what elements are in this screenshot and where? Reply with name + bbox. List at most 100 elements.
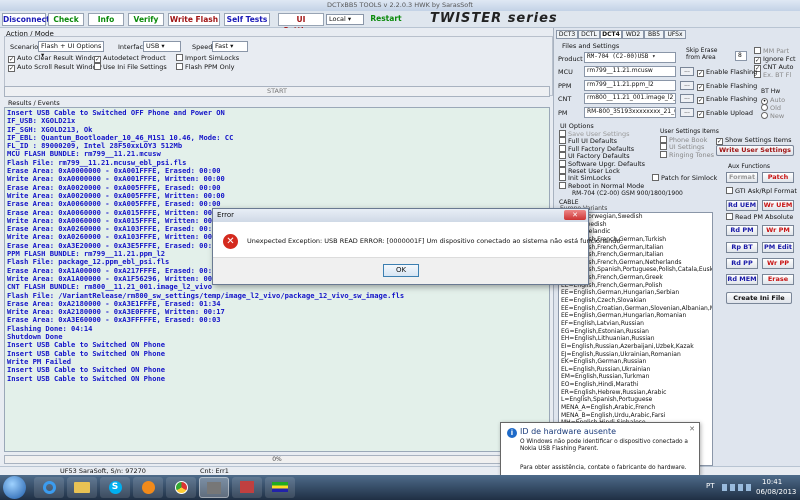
chrome-icon[interactable]: [166, 477, 196, 498]
mode-select[interactable]: Local ▾: [326, 14, 364, 25]
browse-button[interactable]: ...: [680, 81, 694, 90]
ok-button[interactable]: OK: [383, 264, 419, 277]
start-button[interactable]: START: [4, 86, 550, 97]
enable-checkbox[interactable]: ✓ Enable Flashing: [697, 68, 757, 77]
tab-dctl[interactable]: DCTL: [578, 30, 600, 39]
aux-button[interactable]: Rd PM: [726, 225, 758, 236]
autodetect-checkbox[interactable]: ✓ Autodetect Product: [94, 54, 166, 63]
write-flash-button[interactable]: Write Flash: [168, 13, 220, 26]
aux-button[interactable]: Wr PP: [762, 258, 794, 269]
app-icon[interactable]: [199, 477, 229, 498]
media-icon[interactable]: [133, 477, 163, 498]
restart-button[interactable]: Restart: [368, 13, 404, 26]
language-item[interactable]: EG=English,Estonian,Russian: [561, 328, 712, 336]
auto-scroll-checkbox[interactable]: ✓ Auto Scroll Result Window: [8, 63, 102, 72]
interface-select[interactable]: USB ▾: [143, 41, 181, 52]
language-item[interactable]: EO=English,Hindi,Marathi: [561, 381, 712, 389]
balloon-close-icon[interactable]: ✕: [689, 425, 695, 433]
flag-icon[interactable]: [265, 477, 295, 498]
import-simlocks-checkbox[interactable]: Import SimLocks: [176, 54, 239, 62]
file-path-input[interactable]: rm800__11.21_001.image_l2_vivo: [584, 93, 676, 104]
language-item[interactable]: EK=English,German,Russian: [561, 358, 712, 366]
language-item[interactable]: EE=English,Croatian,German,Slovenian,Alb…: [561, 305, 712, 313]
gti-format-checkbox[interactable]: GTI Ask/Rpl Format: [726, 187, 797, 195]
notification-balloon[interactable]: i ID de hardware ausente ✕ O Windows não…: [500, 422, 700, 476]
aux-button[interactable]: Rd PP: [726, 258, 758, 269]
clock-time[interactable]: 10:41: [762, 478, 782, 486]
explorer-icon[interactable]: [67, 477, 97, 498]
language-item[interactable]: EM=English,Russian,Turkman: [561, 373, 712, 381]
format-button[interactable]: Format: [726, 172, 758, 183]
scenario-select[interactable]: Flash + UI Options ▾: [38, 41, 104, 59]
mm-option-checkbox[interactable]: MM Part: [754, 47, 789, 55]
auto-clear-checkbox[interactable]: ✓ Auto Clear Result Window: [8, 54, 101, 63]
tab-wd2[interactable]: WD2: [622, 30, 644, 39]
product-select[interactable]: RM-704 (C2-00)USB ▾: [584, 52, 676, 63]
patch-button[interactable]: Patch: [762, 172, 794, 183]
language-item[interactable]: EJ=English,Russian,Ukrainian,Romanian: [561, 351, 712, 359]
tab-dct3[interactable]: DCT3: [556, 30, 578, 39]
enable-checkbox[interactable]: ✓ Enable Upload: [697, 109, 753, 118]
checkbox-box: ✓: [8, 56, 15, 63]
language-item[interactable]: MENA_A=English,Arabic,French: [561, 404, 712, 412]
self-tests-button[interactable]: Self Tests: [224, 13, 270, 26]
show-items-checkbox[interactable]: ✓ Show Settings Items: [716, 136, 792, 145]
aux-button[interactable]: Rd MEM: [726, 274, 758, 285]
speed-select[interactable]: Fast ▾: [212, 41, 248, 52]
language-item[interactable]: L=English,Spanish,Portuguese: [561, 396, 712, 404]
aux-button[interactable]: Rp BT: [726, 242, 758, 253]
language-item[interactable]: EE=English,Czech,Slovakian: [561, 297, 712, 305]
mm-option-checkbox[interactable]: Ex. BT Fl: [754, 71, 791, 79]
aux-button[interactable]: Erase: [762, 274, 794, 285]
write-user-settings-button[interactable]: Write User Settings: [716, 145, 794, 156]
browse-button[interactable]: ...: [680, 108, 694, 117]
language-item[interactable]: EI=English,Russian,Azerbaijani,Uzbek,Kaz…: [561, 343, 712, 351]
skip-erase-input[interactable]: 8: [735, 51, 747, 61]
bt-radio[interactable]: Old: [761, 104, 781, 112]
user-setting-checkbox[interactable]: Ringing Tones: [660, 150, 714, 159]
aux-button[interactable]: Wr UEM: [762, 200, 794, 211]
language-item[interactable]: EH=English,Lithuanian,Russian: [561, 335, 712, 343]
aux-button[interactable]: Wr PM: [762, 225, 794, 236]
browse-button[interactable]: ...: [680, 67, 694, 76]
language-item[interactable]: EE=English,German,Hungarian,Romanian: [561, 312, 712, 320]
bt-radio[interactable]: New: [761, 112, 784, 120]
read-pm-absolute-checkbox[interactable]: Read PM Absolute: [726, 213, 793, 221]
enable-checkbox[interactable]: ✓ Enable Flashing: [697, 82, 757, 91]
enable-checkbox[interactable]: ✓ Enable Flashing: [697, 95, 757, 104]
tool-icon[interactable]: [232, 477, 262, 498]
language-item[interactable]: EF=English,Latvian,Russian: [561, 320, 712, 328]
language-indicator[interactable]: PT: [706, 482, 715, 490]
checkbox-box: ✓: [716, 138, 723, 145]
file-path-input[interactable]: rm799__11.21.ppm_l2: [584, 80, 676, 91]
aux-button[interactable]: Rd UEM: [726, 200, 758, 211]
ui-settings-button[interactable]: UI Settings: [278, 13, 324, 35]
start-orb-icon[interactable]: [3, 476, 26, 499]
ie-icon[interactable]: [34, 477, 64, 498]
checkbox-label: MM Part: [763, 47, 790, 55]
use-ini-checkbox[interactable]: Use Ini File Settings: [94, 63, 167, 71]
language-item[interactable]: ER=English,Hebrew,Russian,Arabic: [561, 389, 712, 397]
language-item[interactable]: EL=English,Russian,Ukrainian: [561, 366, 712, 374]
aux-button[interactable]: PM Edit: [762, 242, 794, 253]
create-ini-button[interactable]: Create Ini File: [726, 292, 792, 304]
tab-bb5[interactable]: BB5: [644, 30, 664, 39]
ui-option-checkbox[interactable]: Reboot in Normal Mode: [559, 181, 644, 190]
tab-dct4[interactable]: DCT4: [600, 30, 622, 39]
close-icon[interactable]: ✕: [564, 210, 586, 220]
file-path-input[interactable]: rm799__11.21.mcusw: [584, 66, 676, 77]
skype-icon[interactable]: S: [100, 477, 130, 498]
info-button[interactable]: Info: [88, 13, 124, 26]
file-path-input[interactable]: RM-800_35193xxxxxxxx_21_02.pm: [584, 107, 676, 118]
clock-date[interactable]: 06/08/2013: [756, 488, 796, 496]
disconnect-button[interactable]: Disconnect: [2, 13, 50, 26]
patch-simlock-checkbox[interactable]: Patch for Simlock: [652, 174, 717, 182]
verify-button[interactable]: Verify: [128, 13, 164, 26]
language-item[interactable]: MENA_B=English,Urdu,Arabic,Farsi: [561, 412, 712, 420]
check-button[interactable]: Check: [48, 13, 84, 26]
tab-ufsx[interactable]: UFSx: [664, 30, 686, 39]
browse-button[interactable]: ...: [680, 94, 694, 103]
checkbox-box: [559, 181, 566, 189]
flash-ppm-checkbox[interactable]: Flash PPM Only: [176, 63, 235, 71]
language-item[interactable]: EE=English,German,Hungarian,Serbian: [561, 289, 712, 297]
